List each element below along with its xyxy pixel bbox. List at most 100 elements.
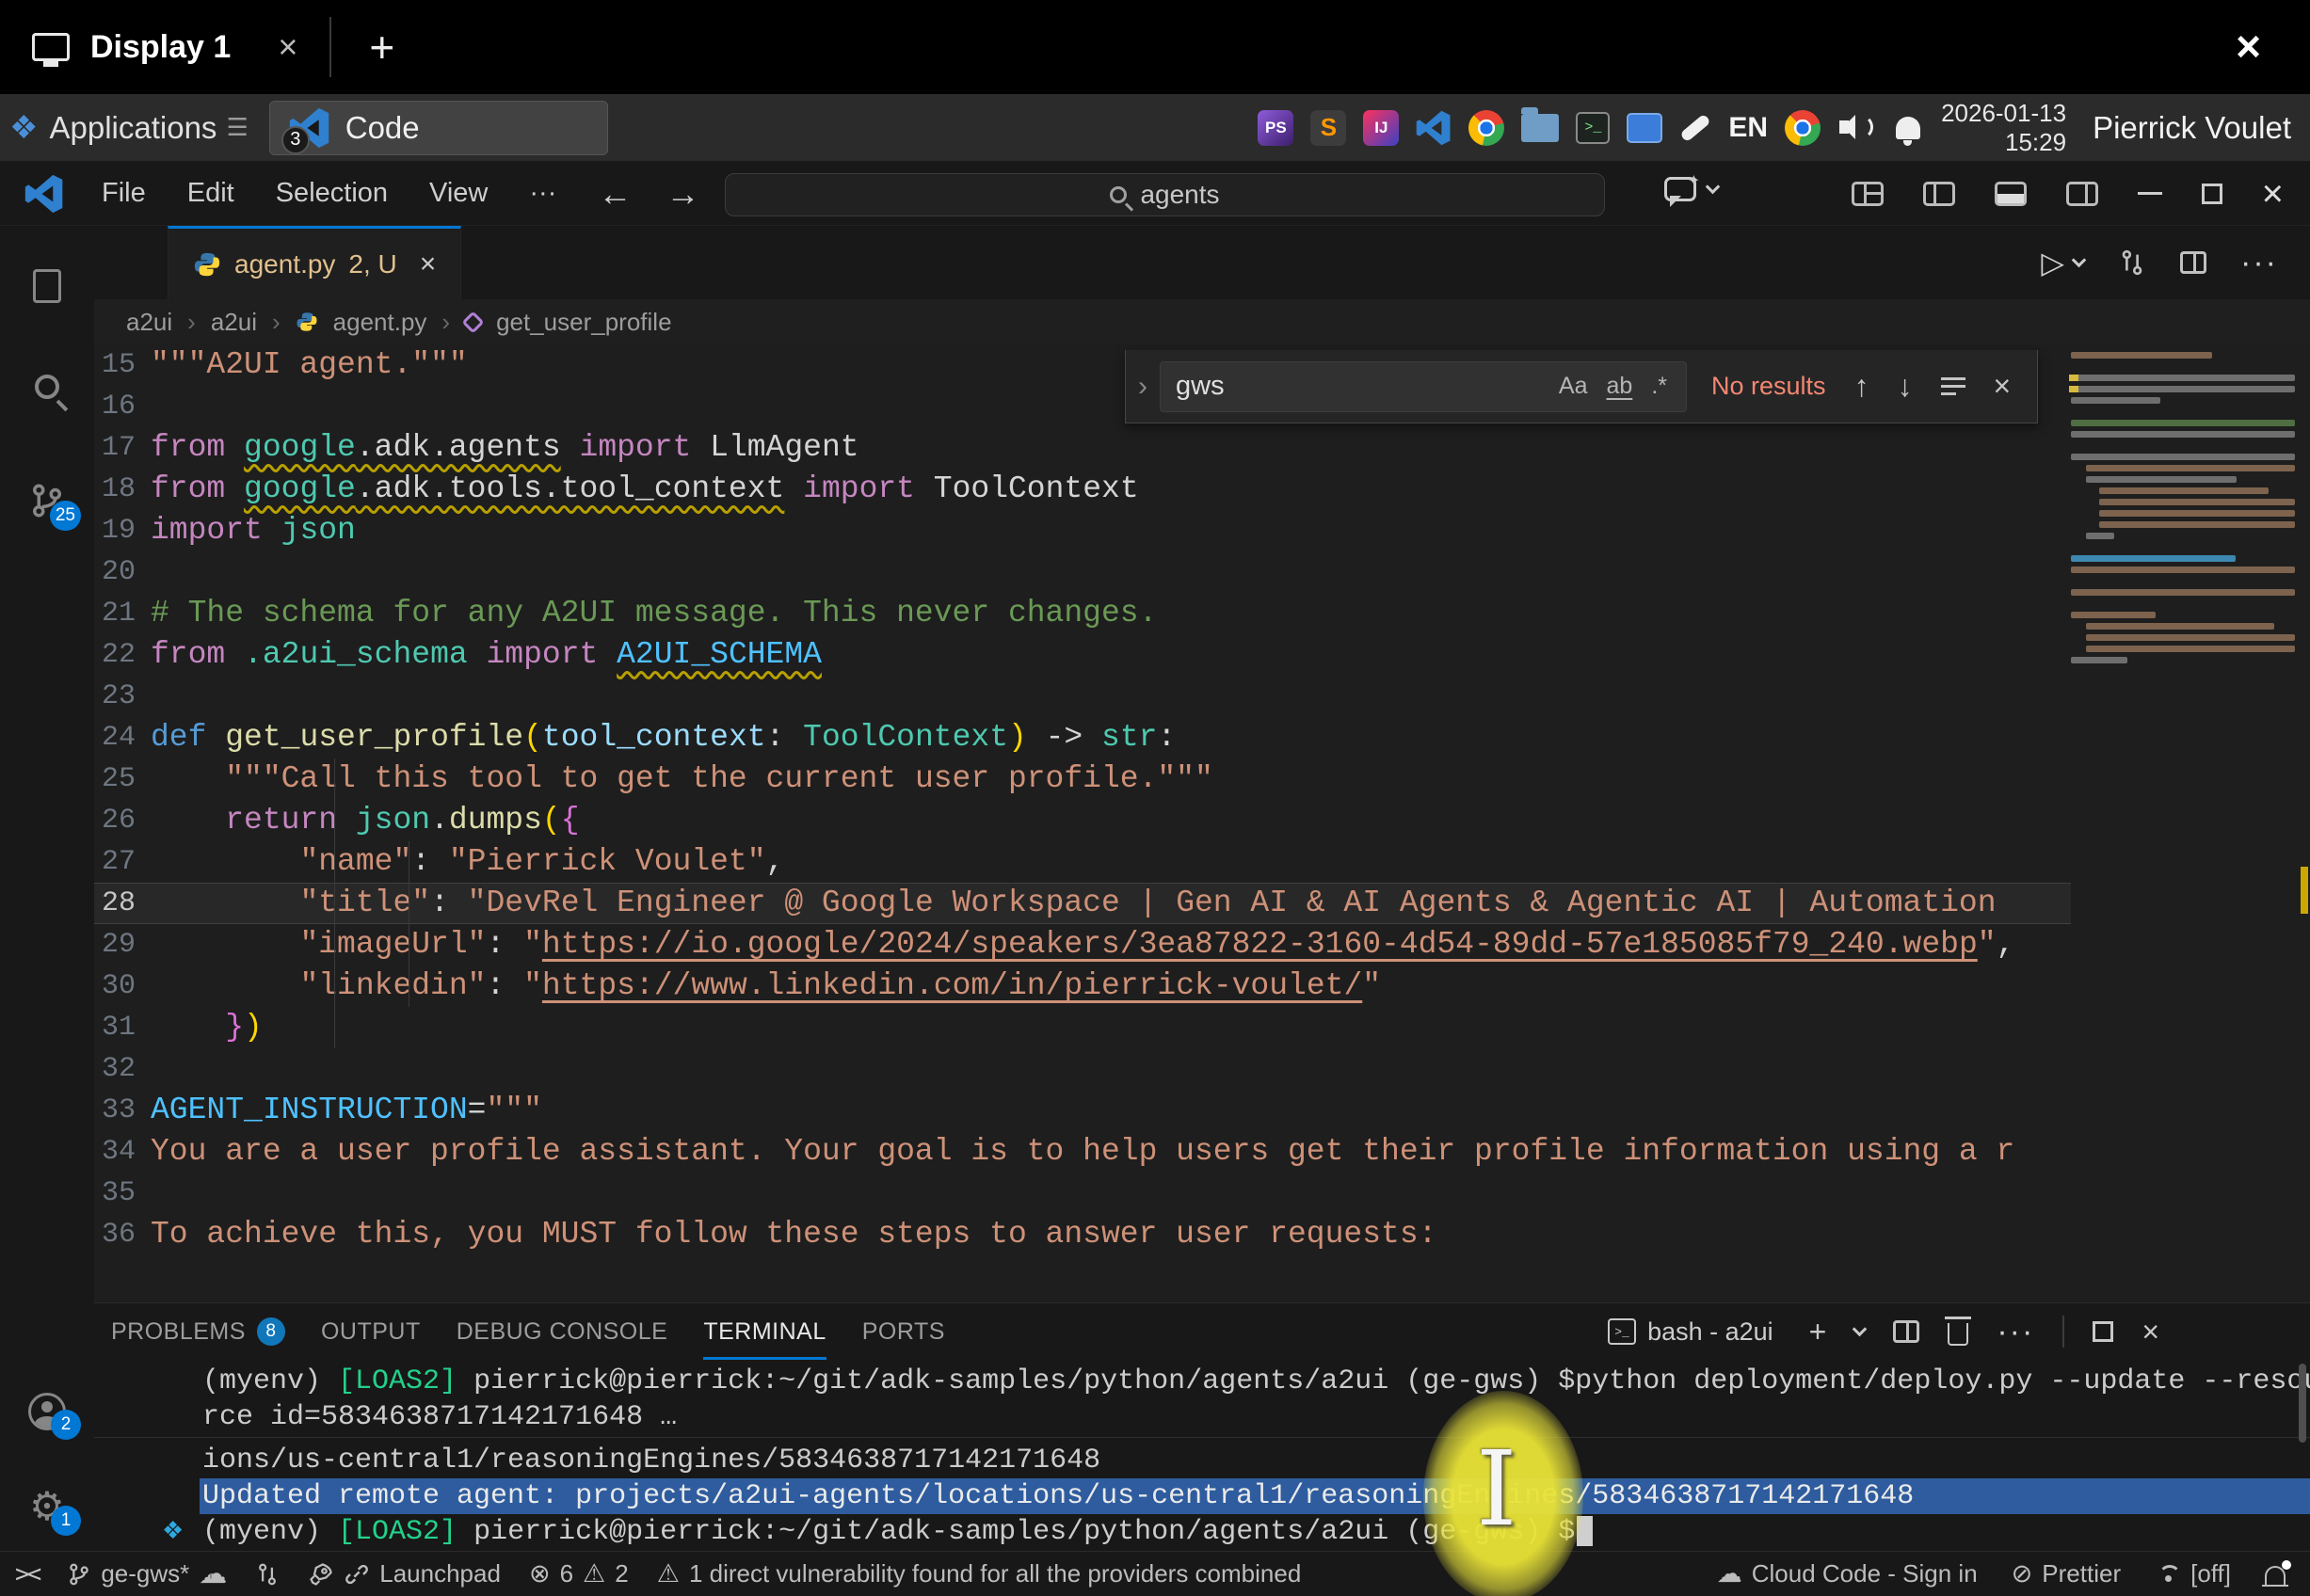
find-close-icon[interactable]: × [1994,369,2012,404]
menu-file[interactable]: File [102,178,146,209]
terminal-output[interactable]: (myenv) [LOAS2] pierrick@pierrick:~/git/… [94,1364,2310,1550]
code-line-35[interactable]: 35 [94,1173,2071,1214]
terminal-instance[interactable]: >_ bash - a2ui [1608,1317,1781,1347]
copilot-chat-button[interactable]: ✦ [1664,177,1718,201]
window-minimize-button[interactable] [2138,192,2162,195]
file-manager-icon[interactable] [1521,114,1559,142]
split-terminal-icon[interactable] [1893,1320,1919,1343]
volume-icon[interactable] [1837,111,1875,145]
vnc-tab-display1[interactable]: Display 1 × [0,0,326,94]
compare-changes-item[interactable] [255,1560,280,1588]
match-case-button[interactable]: Aa [1549,369,1597,404]
menu-edit[interactable]: Edit [187,178,234,209]
whole-word-button[interactable]: ab [1597,369,1643,404]
code-line-23[interactable]: 23 [94,676,2071,717]
tab-output[interactable]: OUTPUT [321,1303,421,1360]
screencast-item[interactable]: [off] [2155,1559,2231,1588]
breadcrumb-file[interactable]: agent.py [333,308,427,337]
notifications-bell[interactable] [2265,1564,2286,1585]
tab-agent-py[interactable]: agent.py 2, U × [168,226,461,299]
remote-display-icon[interactable] [1627,113,1662,143]
breadcrumb-a2ui-2[interactable]: a2ui [211,308,257,337]
explorer-icon[interactable] [0,269,94,303]
new-terminal-button[interactable]: + [1809,1315,1827,1349]
minimap[interactable] [2071,348,2297,1007]
phpstorm-icon[interactable]: PS [1258,110,1293,146]
breadcrumb-symbol[interactable]: get_user_profile [496,308,671,337]
regex-button[interactable]: .* [1642,369,1676,404]
sublime-icon[interactable]: S [1310,110,1346,146]
find-previous-icon[interactable]: ↑ [1854,369,1869,404]
code-line-31[interactable]: 31 }) [94,1007,2071,1048]
breadcrumb-a2ui[interactable]: a2ui [126,308,172,337]
keyboard-layout-indicator[interactable]: EN [1728,112,1768,144]
editor-more-actions-icon[interactable]: ··· [2240,245,2278,281]
find-input[interactable]: gws Aa ab .* [1160,361,1687,412]
vnc-window-close-icon[interactable]: × [2236,21,2261,72]
terminal-scrollbar[interactable] [2299,1364,2306,1443]
maximize-panel-icon[interactable] [2093,1321,2113,1342]
settings-gear-icon[interactable]: ⚙ 1 [0,1487,94,1526]
applications-menu[interactable]: ❖ Applications ☰ [0,94,262,161]
close-panel-icon[interactable]: × [2142,1315,2159,1349]
git-branch-item[interactable]: ge-gws* ☁↑ [67,1557,227,1590]
prettier-item[interactable]: ⊘ Prettier [2012,1559,2121,1588]
clock[interactable]: 2026-01-13 15:29 [1941,99,2066,157]
search-view-icon[interactable] [0,375,94,399]
code-editor[interactable]: 15"""A2UI agent."""1617from google.adk.a… [94,344,2310,1302]
code-line-34[interactable]: 34You are a user profile assistant. Your… [94,1131,2071,1173]
code-line-17[interactable]: 17from google.adk.agents import LlmAgent [94,427,2071,469]
nav-back-icon[interactable]: ← [598,174,632,214]
terminal-line[interactable]: ions/us-central1/reasoningEngines/583463… [94,1443,2310,1478]
code-line-36[interactable]: 36To achieve this, you MUST follow these… [94,1214,2071,1255]
code-line-32[interactable]: 32 [94,1048,2071,1090]
remote-indicator[interactable]: >< [15,1560,39,1588]
nav-forward-icon[interactable]: → [666,174,699,214]
tab-ports[interactable]: PORTS [862,1303,945,1360]
tab-terminal[interactable]: TERMINAL [703,1303,826,1360]
window-restore-button[interactable] [2202,184,2222,204]
problems-status-item[interactable]: ⊗ 6 ⚠ 2 [529,1559,629,1588]
panel-more-actions-icon[interactable]: ··· [1997,1314,2034,1350]
code-line-28[interactable]: 28 "title": "DevRel Engineer @ Google Wo… [94,883,2071,924]
window-close-button[interactable]: × [2262,175,2284,213]
terminal-line[interactable]: rce id=5834638717142171648 … [94,1399,2310,1435]
code-line-19[interactable]: 19import json [94,510,2071,551]
run-python-file-button[interactable]: ▷ [2041,245,2084,280]
split-editor-icon[interactable] [2180,251,2206,274]
code-line-26[interactable]: 26 return json.dumps({ [94,800,2071,841]
terminal-app-icon[interactable]: >_ [1576,112,1610,144]
code-line-21[interactable]: 21# The schema for any A2UI message. Thi… [94,593,2071,634]
menu-more[interactable]: ··· [529,178,556,209]
tab-debug-console[interactable]: DEBUG CONSOLE [457,1303,668,1360]
tab-close-icon[interactable]: × [420,248,437,280]
menu-selection[interactable]: Selection [276,178,388,209]
toggle-sidebar-icon[interactable] [1923,182,1955,206]
find-next-icon[interactable]: ↓ [1898,369,1913,404]
intellij-icon[interactable]: IJ [1363,110,1399,146]
vnc-new-tab-button[interactable]: + [335,22,428,72]
terminal-dropdown-icon[interactable] [1853,1321,1868,1336]
vulnerability-status-item[interactable]: ⚠ 1 direct vulnerability found for all t… [657,1559,1302,1588]
source-control-icon[interactable]: 25 [0,480,94,521]
vscode-tray-icon[interactable] [1416,110,1452,146]
terminal-selected-line[interactable]: Updated remote agent: projects/a2ui-agen… [94,1478,2310,1514]
code-line-18[interactable]: 18from google.adk.tools.tool_context imp… [94,469,2071,510]
code-line-30[interactable]: 30 "linkedin": "https://www.linkedin.com… [94,966,2071,1007]
terminal-prompt-line[interactable]: ❖(myenv) [LOAS2] pierrick@pierrick:~/git… [94,1514,2310,1550]
code-line-27[interactable]: 27 "name": "Pierrick Voulet", [94,841,2071,883]
code-line-20[interactable]: 20 [94,551,2071,593]
menu-view[interactable]: View [429,178,488,209]
tab-problems[interactable]: PROBLEMS 8 [111,1303,285,1360]
chromium-icon[interactable] [1785,110,1821,146]
command-center-search[interactable]: agents [725,173,1605,216]
code-line-25[interactable]: 25 """Call this tool to get the current … [94,758,2071,800]
kill-terminal-icon[interactable] [1948,1323,1968,1346]
terminal-line[interactable]: (myenv) [LOAS2] pierrick@pierrick:~/git/… [94,1364,2310,1399]
open-changes-icon[interactable] [2118,247,2146,279]
code-line-24[interactable]: 24def get_user_profile(tool_context: Too… [94,717,2071,758]
code-line-22[interactable]: 22from .a2ui_schema import A2UI_SCHEMA [94,634,2071,676]
accounts-icon[interactable]: 2 [0,1393,94,1430]
code-task-button[interactable]: 3 Code [269,101,608,155]
pen-tool-icon[interactable] [1679,113,1711,142]
